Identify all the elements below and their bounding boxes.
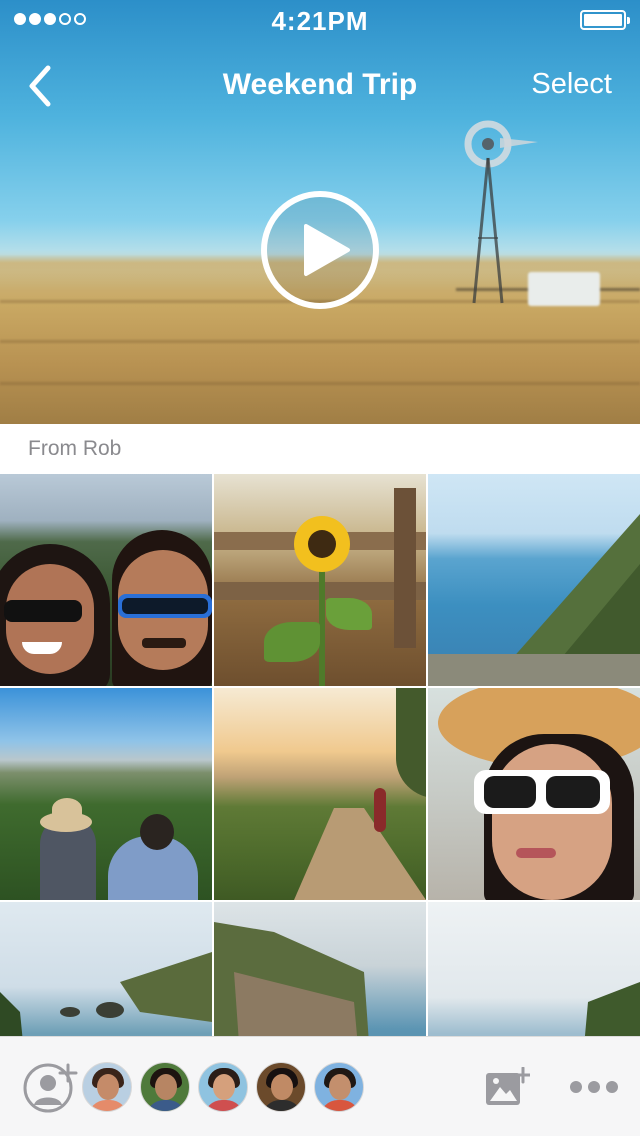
member-avatar[interactable] <box>198 1062 248 1112</box>
photo-trail-sunset[interactable] <box>214 688 426 900</box>
section-label: From Rob <box>28 437 122 460</box>
more-icon <box>570 1081 582 1093</box>
more-icon <box>606 1081 618 1093</box>
nav-bar: Weekend Trip Select <box>0 56 640 116</box>
battery-icon <box>580 10 630 30</box>
more-button[interactable] <box>570 1081 620 1097</box>
field-streak <box>0 382 640 385</box>
status-time: 4:21PM <box>271 6 369 36</box>
play-icon <box>261 191 379 309</box>
photo-ocean-horizon[interactable] <box>428 902 640 1036</box>
select-button[interactable]: Select <box>531 68 612 101</box>
windmill <box>464 120 538 304</box>
photo-sunflower[interactable] <box>214 474 426 686</box>
member-avatar[interactable] <box>314 1062 364 1112</box>
photo-bixby-coast[interactable] <box>214 902 426 1036</box>
member-avatar[interactable] <box>82 1062 132 1112</box>
more-icon <box>588 1081 600 1093</box>
play-button[interactable] <box>260 190 380 310</box>
add-person-button[interactable] <box>22 1061 78 1113</box>
status-bar: 4:21PM <box>0 0 640 40</box>
add-person-icon <box>23 1063 78 1113</box>
photo-grid <box>0 474 640 1036</box>
chevron-left-icon <box>29 65 51 107</box>
photo-coastal-cliffs[interactable] <box>428 474 640 686</box>
photo-selfie-couple[interactable] <box>0 474 212 686</box>
add-photo-icon <box>486 1066 532 1105</box>
album-cover-hero: 4:21PM Weekend Trip Select <box>0 0 640 424</box>
member-avatar[interactable] <box>256 1062 306 1112</box>
add-photo-button[interactable] <box>484 1066 532 1107</box>
field-streak <box>0 340 640 343</box>
photo-woman-straw-hat[interactable] <box>428 688 640 900</box>
bottom-toolbar <box>0 1036 640 1136</box>
back-button[interactable] <box>22 64 62 108</box>
photo-coastline-rocks[interactable] <box>0 902 212 1036</box>
member-avatar[interactable] <box>140 1062 190 1112</box>
photo-couple-overlook[interactable] <box>0 688 212 900</box>
